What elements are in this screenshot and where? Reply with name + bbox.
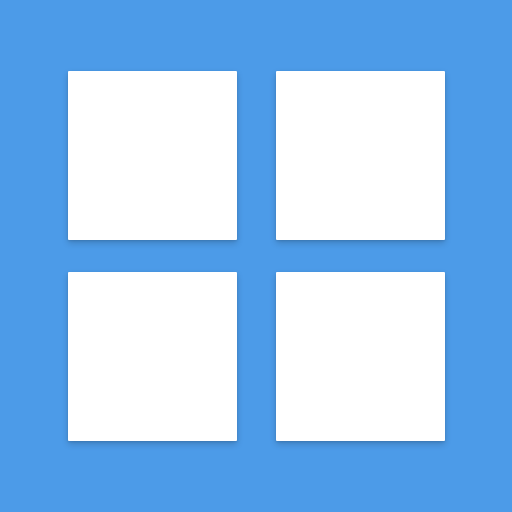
grid-tile-top-right (276, 71, 445, 240)
grid-tile-bottom-right (276, 272, 445, 441)
grid-icon (0, 0, 512, 512)
grid-tile-top-left (68, 71, 237, 240)
grid-tile-bottom-left (68, 272, 237, 441)
